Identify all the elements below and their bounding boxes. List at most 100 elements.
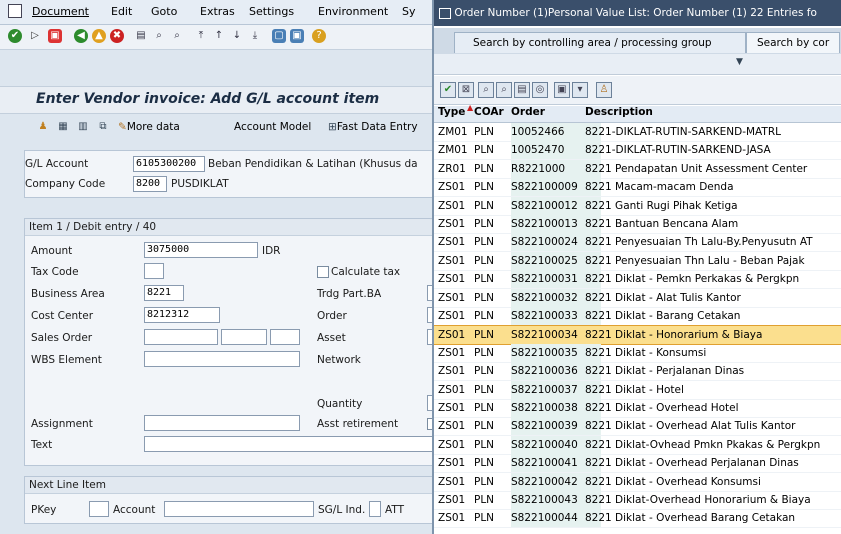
menu-icon[interactable] [8,4,22,18]
sort-icon[interactable]: ▤ [514,82,530,98]
enter-icon[interactable]: ✔ [8,29,22,43]
table-row[interactable]: ZS01 PLN S822100032 8221 Diklat - Alat Tuli… [434,288,841,308]
cell-coar: PLN [474,199,495,212]
table-row[interactable]: ZS01 PLN S822100040 8221 Diklat-Ovhead Pmkn… [434,435,841,455]
restrictions-bar[interactable]: ▼ [434,54,841,75]
cancel-icon[interactable]: ⊠ [458,82,474,98]
text-field[interactable] [144,436,437,452]
sgl-ind-field[interactable] [369,501,381,517]
cell-type: ZS01 [438,273,466,286]
item-group-header: Item 1 / Debit entry / 40 [25,219,437,236]
cell-description: 8221 Diklat - Barang Cetakan [585,310,741,322]
cell-type: ZS01 [438,199,466,212]
assignment-field[interactable] [144,415,300,431]
filter-icon[interactable]: ◎ [532,82,548,98]
table-row[interactable]: ZS01 PLN S822100034 8221 Diklat - Honorariu… [434,325,841,346]
previous-page-icon[interactable]: ↑ [212,29,226,43]
account-field[interactable] [164,501,314,517]
table-row[interactable]: ZM01 PLN 10052470 8221-DIKLAT-RUTIN-SARKEND… [434,141,841,161]
calculate-tax-checkbox[interactable] [317,266,329,278]
table-row[interactable]: ZS01 PLN S822100039 8221 Diklat - Overhead … [434,417,841,437]
menu-extras[interactable]: Extras [200,5,235,18]
col-description-header[interactable]: Description [585,106,841,118]
table-row[interactable]: ZS01 PLN S822100037 8221 Diklat - Hotel [434,380,841,400]
table-row[interactable]: ZS01 PLN S822100025 8221 Penyesuaian Thn La… [434,251,841,271]
table-row[interactable]: ZS01 PLN S822100036 8221 Diklat - Perjalana… [434,362,841,382]
amount-field[interactable]: 3075000 [144,242,258,258]
col-order-header[interactable]: Order [511,106,545,118]
cost-center-field[interactable]: 8212312 [144,307,220,323]
gl-account-field[interactable]: 6105300200 [133,156,205,172]
menu-goto[interactable]: Goto [151,5,177,18]
table-row[interactable]: ZS01 PLN S822100038 8221 Diklat - Overhead … [434,399,841,418]
document-overview-icon[interactable]: ▦ [56,120,70,134]
more-data-label: More data [126,121,180,133]
create-session-icon[interactable]: ▢ [272,29,286,43]
menu-system[interactable]: Sy [402,5,416,18]
sales-order-item-field[interactable] [221,329,267,345]
table-row[interactable]: ZS01 PLN S822100043 8221 Diklat-Overhead Ho… [434,491,841,510]
next-page-icon[interactable]: ↓ [230,29,244,43]
tab-search-by-cor[interactable]: Search by cor [746,32,841,53]
col-coar-header[interactable]: COAr [474,106,508,118]
cancel-icon[interactable]: ✖ [110,29,124,43]
table-row[interactable]: ZS01 PLN S822100024 8221 Penyesuaian Th Lal… [434,233,841,253]
layout-dropdown-icon[interactable]: ▾ [572,82,588,98]
cell-coar: PLN [474,420,495,433]
table-row[interactable]: ZS01 PLN S822100012 8221 Ganti Rugi Pihak K… [434,196,841,216]
find-next-icon[interactable]: ⌕ [170,29,184,43]
print-icon[interactable]: ▤ [134,29,148,43]
exit-icon[interactable]: ▲ [92,29,106,43]
pkey-field[interactable] [89,501,109,517]
table-row[interactable]: ZS01 PLN S822100009 8221 Macam-macam Denda [434,178,841,198]
copy-icon[interactable]: ⧉ [96,120,110,134]
company-code-field[interactable]: 8200 [133,176,167,192]
business-area-field[interactable]: 8221 [144,285,184,301]
item-group: Item 1 / Debit entry / 40 Amount 3075000… [24,218,439,466]
sales-order-field[interactable] [144,329,218,345]
fast-data-entry-button[interactable]: ⊞Fast Data Entry [328,121,418,133]
tax-code-label: Tax Code [31,266,79,278]
table-row[interactable]: ZM01 PLN 10052466 8221-DIKLAT-RUTIN-SARKEND… [434,123,841,142]
cell-type: ZS01 [438,420,466,433]
menu-edit[interactable]: Edit [111,5,132,18]
cell-description: 8221 Diklat - Overhead Alat Tulis Kantor [585,420,796,433]
shortcut-icon[interactable]: ▣ [290,29,304,43]
tax-code-field[interactable] [144,263,164,279]
user-icon[interactable]: ♟ [36,120,50,134]
back-icon[interactable]: ◀ [74,29,88,43]
find-next-icon[interactable]: ⌕ [496,82,512,98]
more-data-button[interactable]: ✎More data [118,121,180,133]
table-row[interactable]: ZS01 PLN S822100031 8221 Diklat - Pemkn Per… [434,270,841,290]
expand-restrictions-icon[interactable]: ▼ [736,57,743,67]
assignment-label: Assignment [31,418,93,430]
personal-list-icon[interactable]: ♙ [596,82,612,98]
confirm-icon[interactable]: ✔ [440,82,456,98]
print-icon[interactable]: ▣ [554,82,570,98]
table-row[interactable]: ZS01 PLN S822100033 8221 Diklat - Barang Ce… [434,307,841,326]
help-icon[interactable]: ? [312,29,326,43]
table-row[interactable]: ZR01 PLN R8221000 8221 Pendapatan Unit Asse… [434,159,841,179]
table-row[interactable]: ZS01 PLN S822100035 8221 Diklat - Konsumsi [434,343,841,363]
find-icon[interactable]: ⌕ [152,29,166,43]
table-row[interactable]: ZS01 PLN S822100041 8221 Diklat - Overhead … [434,454,841,474]
table-row[interactable]: ZS01 PLN S822100042 8221 Diklat - Overhead … [434,472,841,492]
sales-order-schedule-field[interactable] [270,329,300,345]
menu-settings[interactable]: Settings [249,5,294,18]
find-icon[interactable]: ⌕ [478,82,494,98]
last-page-icon[interactable]: ⤓ [248,29,262,43]
menu-environment[interactable]: Environment [318,5,388,18]
cell-description: 8221 Diklat - Overhead Hotel [585,402,739,414]
display-document-icon[interactable]: ▥ [76,120,90,134]
table-row[interactable]: ZS01 PLN S822100044 8221 Diklat - Overhead … [434,509,841,529]
command-field-arrow-icon[interactable]: ▷ [28,29,42,43]
first-page-icon[interactable]: ⤒ [194,29,208,43]
cell-coar: PLN [474,236,495,249]
window-icon[interactable] [439,7,451,19]
save-icon[interactable]: ▣ [48,29,62,43]
account-model-button[interactable]: Account Model [234,121,311,133]
wbs-element-field[interactable] [144,351,300,367]
menu-document[interactable]: Document [32,5,89,18]
table-row[interactable]: ZS01 PLN S822100013 8221 Bantuan Bencana Al… [434,215,841,234]
tab-controlling-area[interactable]: Search by controlling area / processing … [454,32,746,53]
